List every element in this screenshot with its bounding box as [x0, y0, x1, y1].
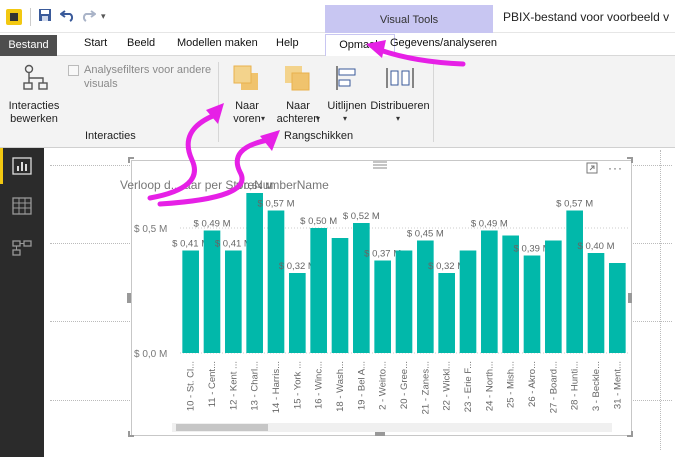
- send-backward-icon: [283, 64, 311, 95]
- distribute-label: Distribueren: [370, 100, 430, 112]
- visual-tools-label: Visual Tools: [379, 14, 439, 26]
- visual-title: Verloop d... aar per StoreNumberName: [120, 178, 329, 192]
- send-backward-button[interactable]: Naar achteren ▾: [272, 60, 324, 126]
- arrange-group-label: Rangschikken: [284, 130, 354, 142]
- visual-tools-context-group: Visual Tools: [325, 5, 493, 33]
- ribbon-tabs: Bestand Start Beeld Modellen maken Help …: [0, 33, 675, 57]
- edit-interactions-button[interactable]: Interacties bewerken: [4, 60, 64, 126]
- report-view-icon: [12, 157, 32, 178]
- analysis-filter-label: Analysefilters voor andere visuals: [84, 64, 212, 90]
- align-label: Uitlijnen: [327, 100, 367, 112]
- distribute-icon: [385, 64, 415, 95]
- tab-data-analysis[interactable]: Gegevens/analyseren: [390, 37, 497, 49]
- align-icon: [334, 64, 360, 95]
- redo-icon[interactable]: [80, 8, 97, 25]
- focus-mode-icon[interactable]: [586, 162, 598, 177]
- tab-view[interactable]: Beeld: [127, 37, 155, 49]
- resize-handle[interactable]: [375, 432, 385, 436]
- tab-start[interactable]: Start: [84, 37, 107, 49]
- analysis-filter-checkbox[interactable]: [68, 65, 79, 76]
- chevron-down-icon: ▾: [396, 114, 401, 123]
- separator: [30, 8, 31, 26]
- more-options-icon[interactable]: ···: [608, 161, 623, 175]
- drag-handle-icon[interactable]: [372, 160, 388, 173]
- resize-handle[interactable]: [128, 431, 134, 437]
- power-bi-logo-icon: [6, 9, 22, 25]
- group-separator: [218, 62, 219, 142]
- model-view-icon: [12, 239, 32, 260]
- tab-help[interactable]: Help: [276, 37, 299, 49]
- resize-handle[interactable]: [628, 293, 632, 303]
- align-button[interactable]: Uitlijnen ▾: [326, 60, 368, 126]
- bring-forward-button[interactable]: Naar voren ▾: [225, 60, 269, 126]
- chart-visual[interactable]: [131, 160, 632, 436]
- edit-interactions-label: Interacties bewerken: [8, 100, 60, 125]
- group-separator: [433, 62, 434, 142]
- canvas-gridline: [660, 150, 661, 450]
- document-title: PBIX-bestand voor voorbeeld v: [503, 10, 670, 24]
- save-icon[interactable]: [38, 8, 52, 25]
- undo-icon[interactable]: [59, 8, 76, 25]
- data-view-button[interactable]: [0, 188, 44, 224]
- resize-handle[interactable]: [127, 293, 131, 303]
- tab-file[interactable]: Bestand: [0, 35, 57, 56]
- bring-forward-icon: [232, 64, 260, 95]
- tab-modeling[interactable]: Modellen maken: [177, 37, 258, 49]
- report-view-button[interactable]: [0, 148, 44, 184]
- distribute-button[interactable]: Distribueren ▾: [369, 60, 431, 126]
- tab-format[interactable]: Opmaak: [325, 34, 395, 57]
- active-indicator: [0, 148, 3, 184]
- horizontal-scrollbar-thumb[interactable]: [176, 424, 268, 431]
- title-bar: ▾ Visual Tools PBIX-bestand voor voorbee…: [0, 0, 675, 33]
- customize-quick-access-icon[interactable]: ▾: [101, 11, 106, 22]
- model-view-button[interactable]: [0, 230, 44, 266]
- resize-handle[interactable]: [627, 431, 633, 437]
- data-view-icon: [12, 197, 32, 218]
- ribbon: Interacties bewerken Analysefilters voor…: [0, 56, 675, 148]
- chevron-down-icon: ▾: [316, 114, 321, 123]
- chevron-down-icon: ▾: [343, 114, 348, 123]
- interactions-icon: [21, 64, 49, 95]
- chevron-down-icon: ▾: [261, 114, 266, 123]
- interactions-group-label: Interacties: [85, 130, 136, 142]
- resize-handle[interactable]: [627, 157, 633, 163]
- view-switcher: [0, 148, 44, 457]
- resize-handle[interactable]: [128, 157, 134, 163]
